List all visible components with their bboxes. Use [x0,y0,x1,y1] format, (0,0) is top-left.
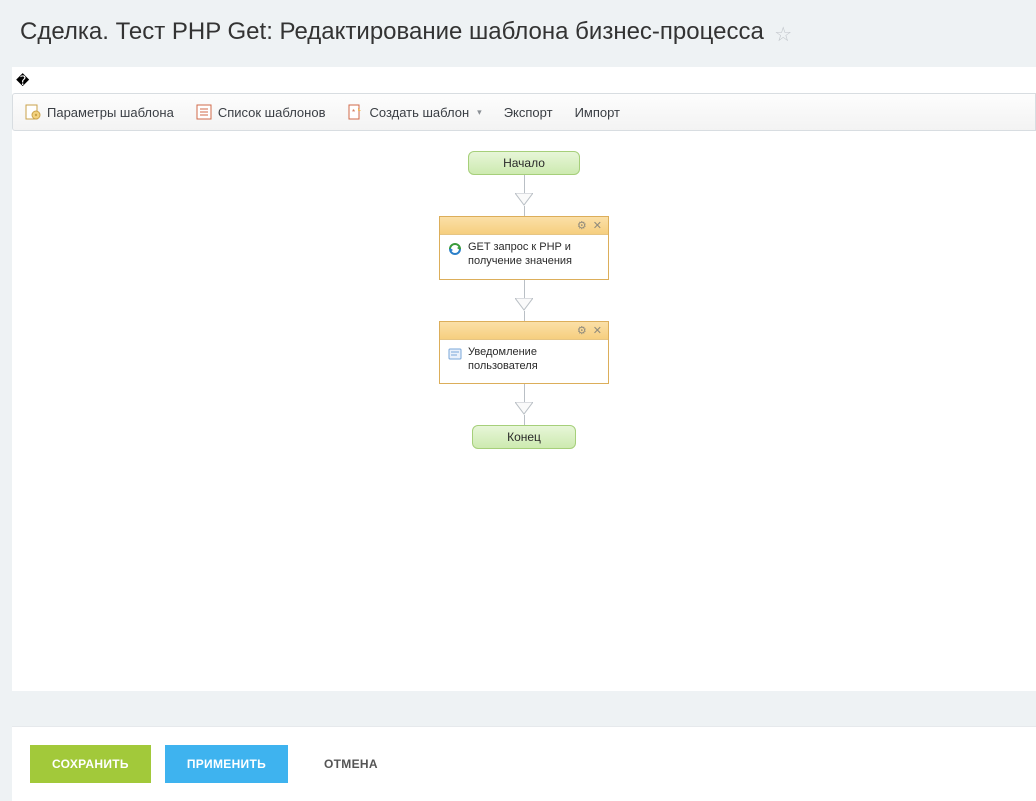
connector [515,280,533,321]
activity-label: GET запрос к PHP и получение значения [468,241,600,269]
footer-actions: СОХРАНИТЬ ПРИМЕНИТЬ ОТМЕНА [12,726,1036,801]
activity-header: ⚙ ✕ [440,322,608,340]
toolbar-import[interactable]: Импорт [573,101,622,124]
activity-node[interactable]: ⚙ ✕ Уведомление пользователя [439,321,609,385]
start-node[interactable]: Начало [468,151,580,175]
toolbar-label: Список шаблонов [218,105,326,120]
activity-label: Уведомление пользователя [468,346,600,374]
toolbar-label: Параметры шаблона [47,105,174,120]
arrow-down-icon [515,402,533,415]
arrow-down-icon [515,298,533,311]
unknown-glyph: � [12,67,1036,93]
toolbar: Параметры шаблона Список шаблонов * Созд… [12,93,1036,131]
arrow-down-icon [515,193,533,206]
toolbar-template-params[interactable]: Параметры шаблона [23,100,176,124]
editor-area: � Параметры шаблона Список шаблонов * Со… [12,67,1036,691]
cancel-button[interactable]: ОТМЕНА [302,745,400,783]
favorite-star-icon[interactable]: ☆ [774,22,792,47]
connector [515,175,533,216]
connector [515,384,533,425]
gear-icon[interactable]: ⚙ [577,324,587,337]
refresh-icon [448,242,462,256]
close-icon[interactable]: ✕ [593,324,602,337]
svg-text:*: * [352,108,355,117]
save-button[interactable]: СОХРАНИТЬ [30,745,151,783]
gear-icon[interactable]: ⚙ [577,219,587,232]
activity-node[interactable]: ⚙ ✕ GET запрос к PHP и получение значени… [439,216,609,280]
toolbar-label: Экспорт [504,105,553,120]
apply-button[interactable]: ПРИМЕНИТЬ [165,745,288,783]
toolbar-template-list[interactable]: Список шаблонов [194,100,328,124]
toolbar-label: Создать шаблон [369,105,469,120]
gear-doc-icon [25,104,41,120]
toolbar-export[interactable]: Экспорт [502,101,555,124]
new-doc-icon: * [347,104,363,120]
note-icon [448,347,462,361]
list-doc-icon [196,104,212,120]
toolbar-create-template[interactable]: * Создать шаблон ▾ [345,100,483,124]
chevron-down-icon: ▾ [477,107,482,118]
page-title: Сделка. Тест PHP Get: Редактирование шаб… [20,18,764,46]
end-node[interactable]: Конец [472,425,576,449]
toolbar-label: Импорт [575,105,620,120]
workflow-canvas[interactable]: Начало ⚙ ✕ GET запрос к PHP и получение … [12,131,1036,691]
activity-header: ⚙ ✕ [440,217,608,235]
close-icon[interactable]: ✕ [593,219,602,232]
